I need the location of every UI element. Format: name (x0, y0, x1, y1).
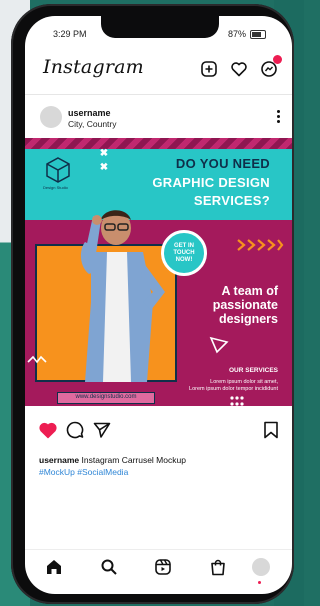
more-options-icon[interactable] (277, 110, 280, 125)
headline-line-3: SERVICES? (193, 193, 270, 208)
post-actions (25, 420, 292, 442)
triangle-decor-icon (209, 336, 229, 354)
decorative-stripe (25, 138, 292, 149)
tagline-line-2: passionate (212, 298, 278, 312)
caption-username[interactable]: username (39, 455, 79, 465)
avatar[interactable] (40, 106, 62, 128)
bottom-navigation (25, 549, 292, 594)
caption-text: Instagram Carrusel Mockup (81, 455, 186, 465)
app-header: Instagram (25, 50, 292, 95)
zigzag-decor-icon (27, 355, 47, 364)
new-post-icon[interactable] (200, 60, 218, 78)
status-time: 3:29 PM (53, 29, 87, 39)
tagline-line-3: designers (218, 312, 278, 326)
headline-line-2: GRAPHIC DESIGN (152, 175, 270, 190)
website-url: www.designstudio.com (57, 392, 155, 404)
person-photo (80, 210, 165, 382)
instagram-logo[interactable]: Instagram (43, 56, 144, 78)
services-title: OUR SERVICES (228, 367, 278, 374)
search-icon[interactable] (100, 558, 118, 576)
cta-badge: GET IN TOUCH NOW! (161, 230, 207, 276)
post-location[interactable]: City, Country (68, 119, 117, 129)
battery-percent: 87% (227, 29, 246, 39)
brand-name: Design Studio (43, 185, 68, 190)
cta-line-3: NOW! (175, 256, 193, 263)
post-caption: username Instagram Carrusel Mockup (39, 455, 186, 465)
bookmark-icon[interactable] (261, 420, 281, 440)
services-text-2: Lorem ipsum dolor tempor incididunt (189, 386, 278, 392)
post-hashtags[interactable]: #MockUp #SocialMedia (39, 467, 128, 477)
cta-line-1: GET IN (173, 242, 194, 249)
messenger-icon[interactable] (260, 55, 282, 78)
dots-decor-icon (230, 396, 244, 406)
profile-icon[interactable] (251, 557, 271, 577)
heart-icon[interactable] (230, 60, 248, 78)
brand-cube-icon (46, 157, 70, 183)
cta-line-2: TOUCH (173, 249, 195, 256)
reels-icon[interactable] (154, 558, 172, 576)
phone-frame: 3:29 PM 87% Instagram username City, Cou… (11, 4, 294, 604)
battery-icon (250, 29, 266, 39)
tagline-line-1: A team of (221, 284, 279, 298)
chevrons-decor-icon (237, 239, 284, 251)
post-header: username City, Country (25, 102, 292, 142)
share-icon[interactable] (92, 420, 112, 440)
phone-screen: 3:29 PM 87% Instagram username City, Cou… (25, 16, 292, 594)
home-icon[interactable] (45, 558, 63, 576)
post-image[interactable]: Design Studio ✖ ✖ DO YOU NEED GRAPHIC DE… (25, 138, 292, 406)
shop-icon[interactable] (209, 558, 227, 576)
status-bar: 3:29 PM 87% (25, 16, 292, 46)
services-text-1: Lorem ipsum dolor sit amet, (210, 379, 278, 385)
notification-dot (273, 55, 282, 64)
profile-notification-dot (258, 581, 261, 584)
x-decor-icon: ✖ (99, 148, 109, 159)
battery-status: 87% (228, 29, 266, 39)
x-decor-icon: ✖ (99, 162, 109, 173)
comment-icon[interactable] (65, 420, 85, 440)
headline-line-1: DO YOU NEED (175, 156, 270, 171)
post-username[interactable]: username (68, 108, 111, 118)
heart-liked-icon[interactable] (38, 420, 58, 440)
notch (101, 16, 219, 38)
